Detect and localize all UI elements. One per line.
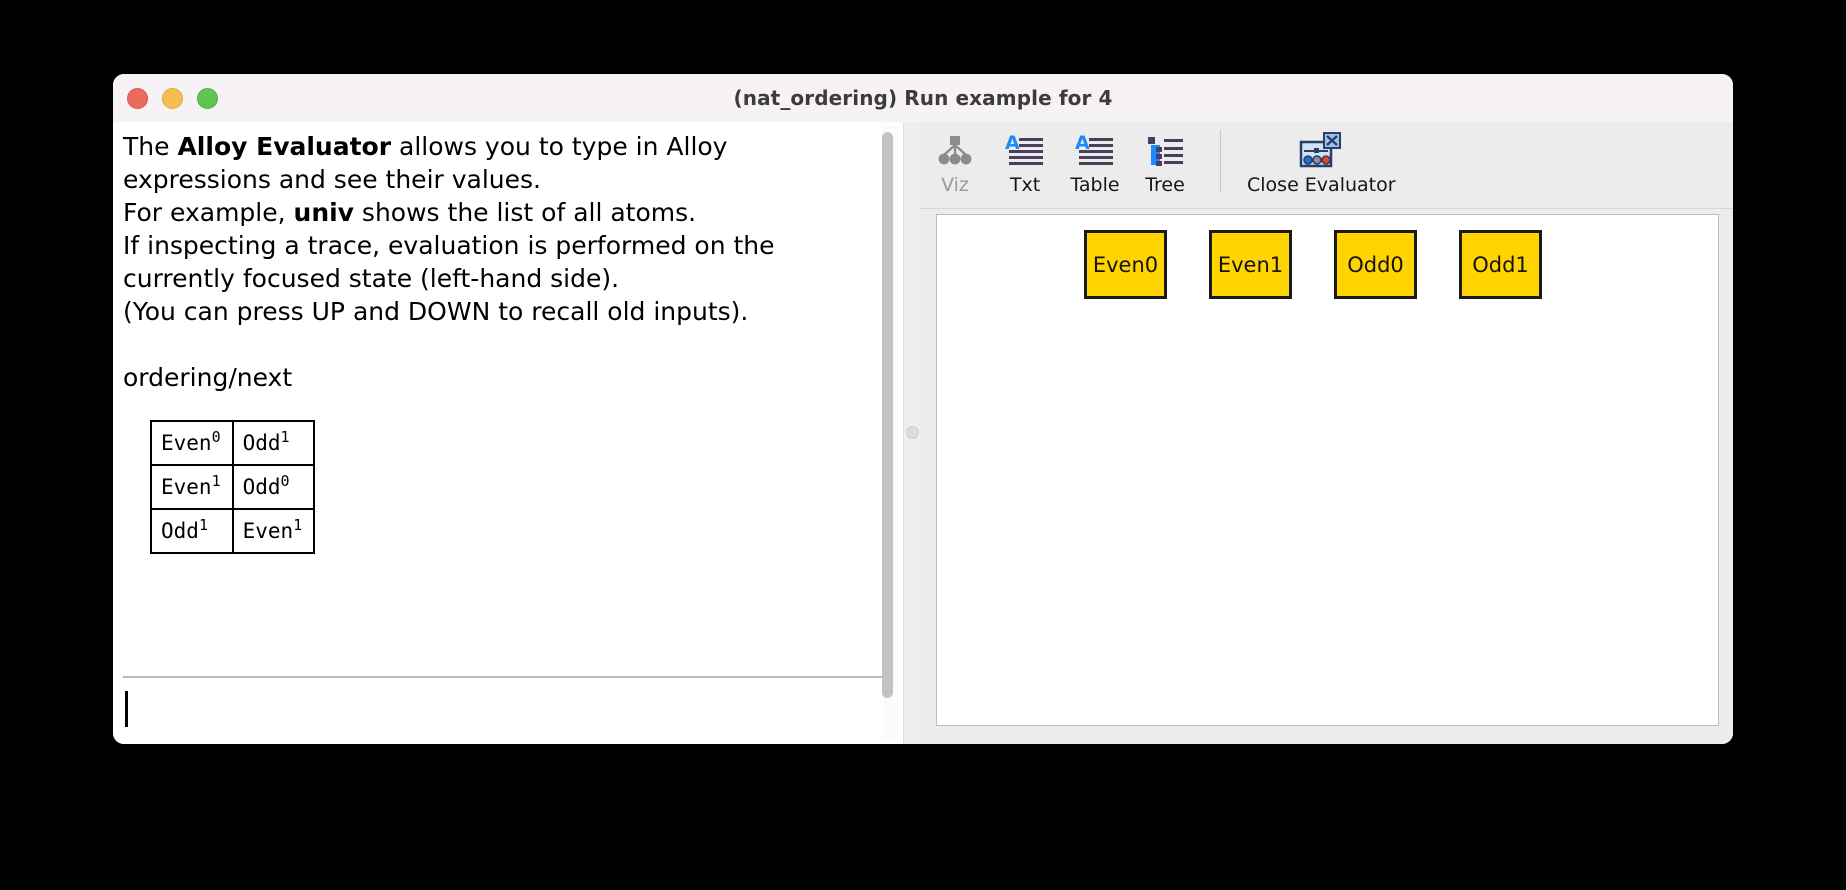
atom-index: 1 — [198, 516, 208, 534]
visualizer-canvas[interactable]: Even0 Even1 Odd0 Odd1 — [936, 214, 1719, 726]
evaluator-output: The Alloy Evaluator allows you to type i… — [123, 124, 881, 660]
evaluator-help-line: expressions and see their values. — [123, 163, 877, 196]
evaluator-help-line: currently focused state (left-hand side)… — [123, 262, 877, 295]
text-document-icon: A — [1005, 130, 1045, 172]
plain-text: If inspecting a trace, evaluation is per… — [123, 231, 775, 260]
plain-text: allows you to type in Alloy — [391, 132, 728, 161]
atom-index: 1 — [280, 428, 290, 446]
table-cell: Odd0 — [231, 464, 316, 510]
atom-index: 0 — [211, 428, 221, 446]
atom-index: 1 — [293, 516, 303, 534]
emphasis-text: univ — [293, 198, 354, 227]
toolbar-button-viz[interactable]: Viz — [920, 126, 990, 196]
table-cell: Even0 — [150, 420, 234, 466]
window-titlebar: (nat_ordering) Run example for 4 — [113, 74, 1733, 123]
toolbar-divider — [1220, 130, 1221, 192]
plain-text: shows the list of all atoms. — [353, 198, 697, 227]
evaluated-expression: ordering/next — [123, 363, 293, 392]
atom-node[interactable]: Even0 — [1084, 230, 1167, 299]
plain-text: (You can press UP and DOWN to recall old… — [123, 297, 749, 326]
evaluator-scrollbar-thumb[interactable] — [882, 132, 893, 698]
split-pane-divider[interactable] — [903, 122, 921, 744]
toolbar-button-close-evaluator[interactable]: Close Evaluator — [1237, 126, 1406, 196]
evaluator-pane: The Alloy Evaluator allows you to type i… — [113, 122, 903, 744]
toolbar-button-txt[interactable]: A Txt — [990, 126, 1060, 196]
window-content: The Alloy Evaluator allows you to type i… — [113, 122, 1733, 744]
plain-text: expressions and see their values. — [123, 165, 541, 194]
result-table-body: Even0 Odd1 Even1 Odd0 Odd1 Even1 — [150, 420, 316, 554]
table-row: Odd1 Even1 — [150, 508, 316, 554]
evaluator-help-line: If inspecting a trace, evaluation is per… — [123, 229, 877, 262]
evaluator-help-line: (You can press UP and DOWN to recall old… — [123, 295, 877, 328]
toolbar-button-txt-label: Txt — [1009, 174, 1041, 196]
close-evaluator-label: Close Evaluator — [1247, 174, 1396, 196]
toolbar-button-tree-label: Tree — [1145, 174, 1185, 196]
atom-index: 0 — [280, 472, 290, 490]
table-cell: Odd1 — [231, 420, 316, 466]
evaluator-help-line: For example, univ shows the list of all … — [123, 196, 877, 229]
spacer-line — [123, 328, 877, 361]
close-evaluator-icon — [1299, 130, 1343, 172]
evaluator-help-text: The Alloy Evaluator allows you to type i… — [123, 130, 877, 328]
table-row: Even0 Odd1 — [150, 420, 316, 466]
atom-row: Even0 Even1 Odd0 Odd1 — [1084, 230, 1542, 299]
toolbar-button-tree[interactable]: Tree — [1130, 126, 1200, 196]
plain-text: For example, — [123, 198, 294, 227]
toolbar-button-table[interactable]: A Table — [1060, 126, 1130, 196]
visualizer-pane: Viz A Txt A Table Tree Close Evaluator E… — [920, 122, 1733, 744]
table-cell: Odd1 — [150, 508, 234, 554]
text-caret — [125, 691, 128, 727]
table-cell: Even1 — [150, 464, 234, 510]
plain-text: currently focused state (left-hand side)… — [123, 264, 620, 293]
visualizer-toolbar: Viz A Txt A Table Tree Close Evaluator — [920, 122, 1733, 209]
window-title: (nat_ordering) Run example for 4 — [733, 86, 1113, 110]
evaluator-help-line: The Alloy Evaluator allows you to type i… — [123, 130, 877, 163]
evaluator-scrollbar-track[interactable] — [882, 126, 899, 740]
toolbar-button-viz-label: Viz — [941, 174, 969, 196]
atom-node[interactable]: Odd0 — [1334, 230, 1417, 299]
toolbar-button-table-label: Table — [1070, 174, 1120, 196]
atom-node[interactable]: Even1 — [1209, 230, 1292, 299]
emphasis-text: Alloy Evaluator — [177, 132, 392, 161]
evaluator-separator — [123, 676, 889, 678]
atom-index: 1 — [211, 472, 221, 490]
table-cell: Even1 — [231, 508, 316, 554]
tree-list-icon — [1145, 130, 1185, 172]
atom-node[interactable]: Odd1 — [1459, 230, 1542, 299]
alloy-window: (nat_ordering) Run example for 4 The All… — [113, 74, 1733, 744]
table-document-icon: A — [1075, 130, 1115, 172]
divider-grip-handle[interactable] — [906, 426, 919, 439]
viz-graph-icon — [936, 130, 974, 172]
evaluation-result-table: Even0 Odd1 Even1 Odd0 Odd1 Even1 — [150, 420, 316, 554]
plain-text: The — [123, 132, 178, 161]
evaluator-input[interactable] — [123, 682, 889, 736]
table-row: Even1 Odd0 — [150, 464, 316, 510]
